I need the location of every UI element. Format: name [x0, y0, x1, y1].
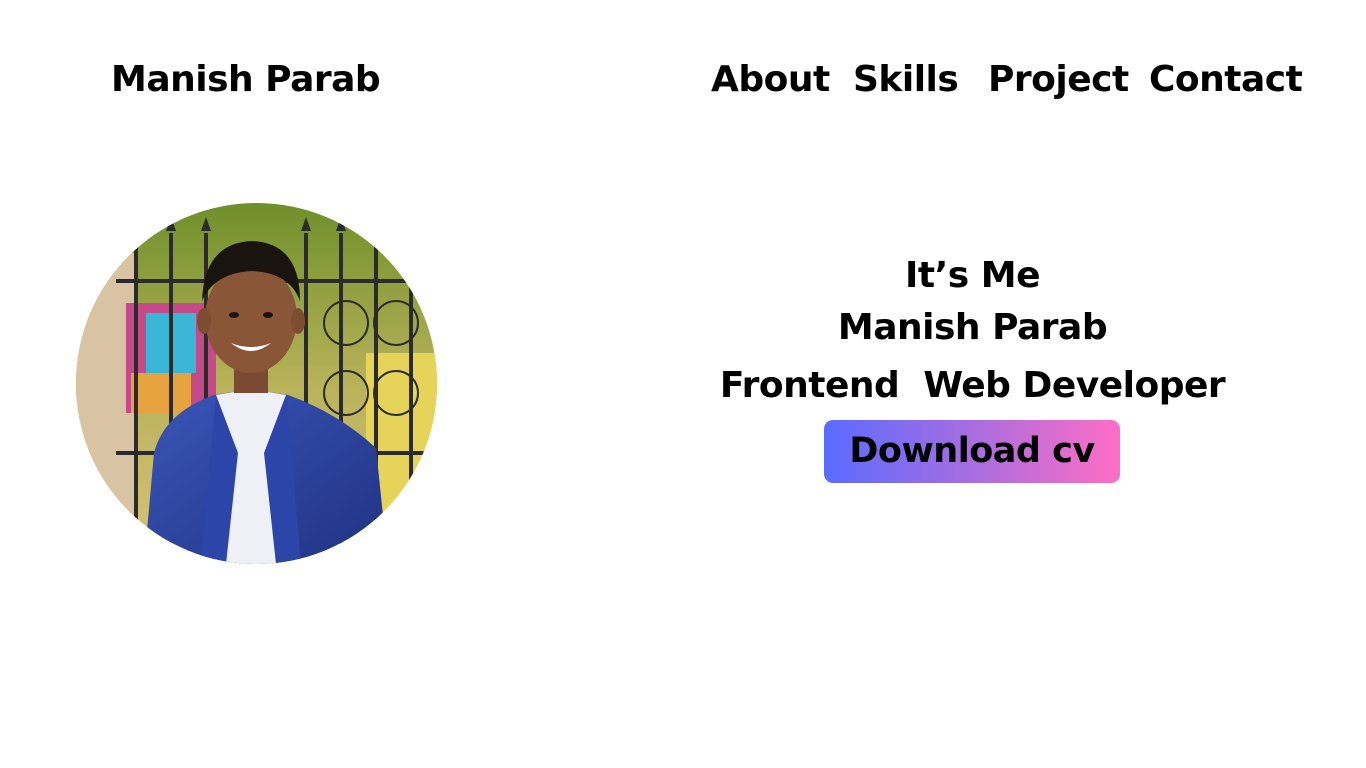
- hero-section: It’s Me Manish Parab Frontend Web Develo…: [700, 250, 1245, 408]
- page: Manish Parab About Skills Project Contac…: [0, 0, 1366, 768]
- main-nav: About Skills Project Contact: [0, 58, 1366, 102]
- nav-link-contact[interactable]: Contact: [1149, 58, 1303, 102]
- nav-link-project[interactable]: Project: [988, 58, 1129, 102]
- profile-photo-illustration: [76, 203, 437, 564]
- download-cv-button[interactable]: Download cv: [824, 420, 1120, 483]
- nav-link-about[interactable]: About: [711, 58, 830, 102]
- hero-name: Manish Parab: [837, 307, 1108, 348]
- profile-photo: [76, 203, 437, 564]
- hero-role: Frontend Web Developer: [719, 365, 1226, 406]
- nav-link-skills[interactable]: Skills: [853, 58, 959, 102]
- hero-greeting: It’s Me: [905, 255, 1040, 296]
